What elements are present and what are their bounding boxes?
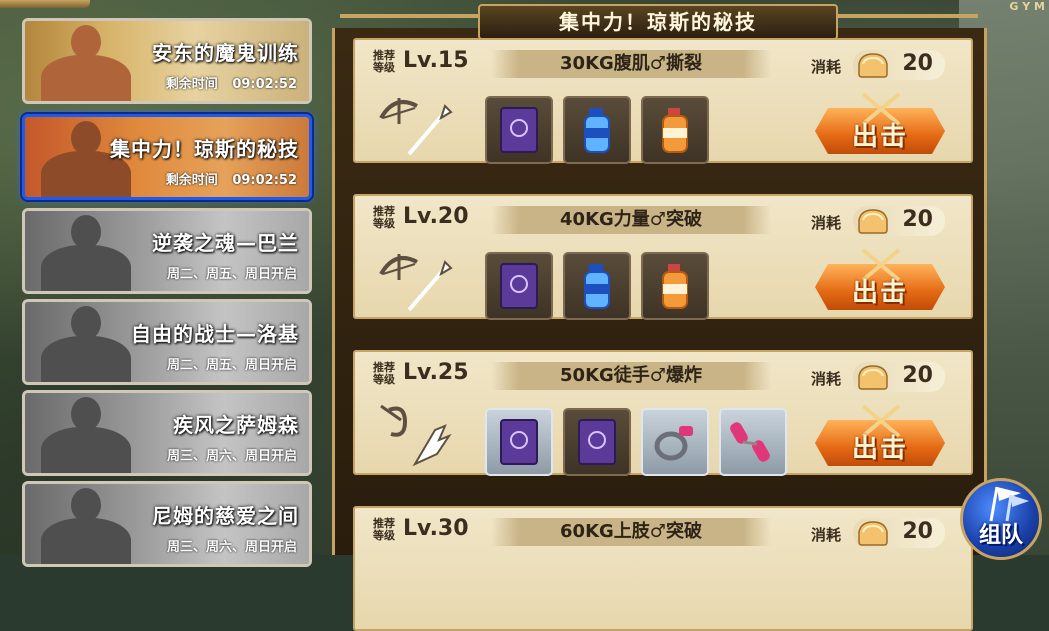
sidebar-item-rocky[interactable]: 自由的战士—洛基 周二、周五、周日开启 — [22, 299, 312, 385]
stage-name: 60KG上肢♂突破 — [491, 518, 771, 546]
header-ornament-left — [340, 14, 480, 18]
remaining-time-label: 剩余时间 — [165, 173, 218, 188]
reward-items — [485, 252, 709, 322]
stage-card: 推荐等级 Lv.20 40KG力量♂突破 消耗 20 出击 — [353, 194, 973, 322]
recommended-level-value: Lv.30 — [403, 516, 469, 541]
cost-label: 消耗 — [811, 58, 842, 76]
remaining-time-value: 09:02:52 — [232, 77, 297, 92]
cost-box: 20 — [853, 206, 945, 236]
purple-book-icon — [578, 419, 616, 465]
sidebar-item-timer: 剩余时间 09:02:52 — [166, 169, 297, 188]
purple-book-icon — [500, 263, 538, 309]
bread-icon — [858, 53, 888, 78]
bread-icon — [858, 365, 888, 390]
cost-label: 消耗 — [811, 370, 842, 388]
orange-drink-icon — [662, 108, 688, 153]
recommended-level-label: 推荐等级 — [373, 517, 395, 542]
team-button[interactable]: 组队 — [960, 478, 1042, 560]
team-button-label: 组队 — [978, 523, 1023, 548]
sidebar-item-title: 安东的魔鬼训练 — [152, 41, 299, 65]
purple-book-icon — [500, 107, 538, 153]
sidebar-item-schedule: 周二、周五、周日开启 — [166, 358, 297, 373]
hook-claw-icon — [380, 404, 452, 467]
cost-value: 20 — [902, 519, 933, 544]
character-portrait — [31, 302, 141, 382]
stage-name: 30KG腹肌♂撕裂 — [491, 50, 771, 78]
header-ornament-right — [838, 14, 978, 18]
stage-name: 50KG徒手♂爆炸 — [491, 362, 771, 390]
go-button-label: 出击 — [851, 278, 908, 308]
sidebar-item-schedule: 周三、周六、周日开启 — [166, 540, 297, 555]
sidebar-item-balan[interactable]: 逆袭之魂—巴兰 周二、周五、周日开启 — [22, 208, 312, 294]
water-bottle-icon — [584, 264, 610, 309]
sidebar-item-title: 自由的战士—洛基 — [131, 322, 299, 346]
cost-value: 20 — [902, 363, 933, 388]
recommended-level-value: Lv.15 — [403, 48, 469, 73]
reward-slot[interactable] — [485, 96, 553, 164]
sidebar-item-title: 逆袭之魂—巴兰 — [152, 231, 299, 255]
character-portrait — [31, 484, 141, 564]
cost-value: 20 — [902, 207, 933, 232]
reward-slot[interactable] — [641, 252, 709, 320]
stage-name: 40KG力量♂突破 — [491, 206, 771, 234]
character-portrait — [31, 393, 141, 473]
character-portrait — [31, 21, 141, 101]
bow-spear-icon — [379, 98, 453, 156]
reward-slot[interactable] — [485, 408, 553, 476]
bow-spear-icon — [379, 254, 453, 312]
recommended-level-label: 推荐等级 — [373, 49, 395, 74]
bread-icon — [858, 521, 888, 546]
remaining-time-label: 剩余时间 — [165, 77, 218, 92]
reward-items — [485, 408, 787, 478]
sidebar-item-schedule: 周三、周六、周日开启 — [166, 449, 297, 464]
remaining-time-value: 09:02:52 — [232, 173, 297, 188]
sidebar-item-title: 尼姆的慈爱之间 — [152, 504, 299, 528]
cost-box: 20 — [853, 50, 945, 80]
reward-items — [485, 96, 709, 166]
reward-slot[interactable] — [563, 408, 631, 476]
cost-label: 消耗 — [811, 526, 842, 544]
go-button[interactable]: 出击 — [815, 404, 945, 470]
hand-grip-icon — [730, 422, 770, 462]
sidebar-item-title: 集中力！琼斯的秘技 — [110, 137, 299, 161]
frame-ornament — [0, 0, 90, 8]
page-title: 集中力！琼斯的秘技 — [478, 4, 838, 40]
cost-box: 20 — [853, 362, 945, 392]
sidebar-item-timer: 剩余时间 09:02:52 — [166, 73, 297, 92]
reward-slot[interactable] — [641, 96, 709, 164]
purple-book-icon — [500, 419, 538, 465]
gym-tag: G Y M — [1009, 0, 1045, 13]
cost-label: 消耗 — [811, 214, 842, 232]
sidebar-item-title: 疾风之萨姆森 — [173, 413, 299, 437]
recommended-level-value: Lv.25 — [403, 360, 469, 385]
cost-box: 20 — [853, 518, 945, 548]
go-button-label: 出击 — [851, 122, 908, 152]
recommended-level-label: 推荐等级 — [373, 205, 395, 230]
orange-drink-icon — [662, 264, 688, 309]
grip-ring-icon — [654, 426, 693, 461]
stage-card: 推荐等级 Lv.30 60KG上肢♂突破 消耗 20 — [353, 506, 973, 631]
sidebar-item-jones-secret[interactable]: 集中力！琼斯的秘技 剩余时间 09:02:52 — [22, 114, 312, 200]
reward-slot[interactable] — [563, 96, 631, 164]
reward-slot[interactable] — [563, 252, 631, 320]
cost-value: 20 — [902, 51, 933, 76]
sidebar-item-samson[interactable]: 疾风之萨姆森 周三、周六、周日开启 — [22, 390, 312, 476]
reward-slot[interactable] — [719, 408, 787, 476]
character-portrait — [31, 211, 141, 291]
reward-slot[interactable] — [641, 408, 709, 476]
go-button[interactable]: 出击 — [815, 248, 945, 314]
stage-card: 推荐等级 Lv.25 50KG徒手♂爆炸 消耗 20 出击 — [353, 350, 973, 478]
recommended-level-value: Lv.20 — [403, 204, 469, 229]
stage-card: 推荐等级 Lv.15 30KG腹肌♂撕裂 消耗 20 出击 — [353, 38, 973, 166]
sidebar-item-schedule: 周二、周五、周日开启 — [166, 267, 297, 282]
stage-list[interactable]: 推荐等级 Lv.15 30KG腹肌♂撕裂 消耗 20 出击 推荐等级 Lv.20… — [332, 28, 987, 631]
go-button[interactable]: 出击 — [815, 92, 945, 158]
water-bottle-icon — [584, 108, 610, 153]
recommended-level-label: 推荐等级 — [373, 361, 395, 386]
bread-icon — [858, 209, 888, 234]
go-button-label: 出击 — [851, 434, 908, 464]
sidebar-item-nim[interactable]: 尼姆的慈爱之间 周三、周六、周日开启 — [22, 481, 312, 567]
reward-slot[interactable] — [485, 252, 553, 320]
sidebar-item-anton-training[interactable]: 安东的魔鬼训练 剩余时间 09:02:52 — [22, 18, 312, 104]
